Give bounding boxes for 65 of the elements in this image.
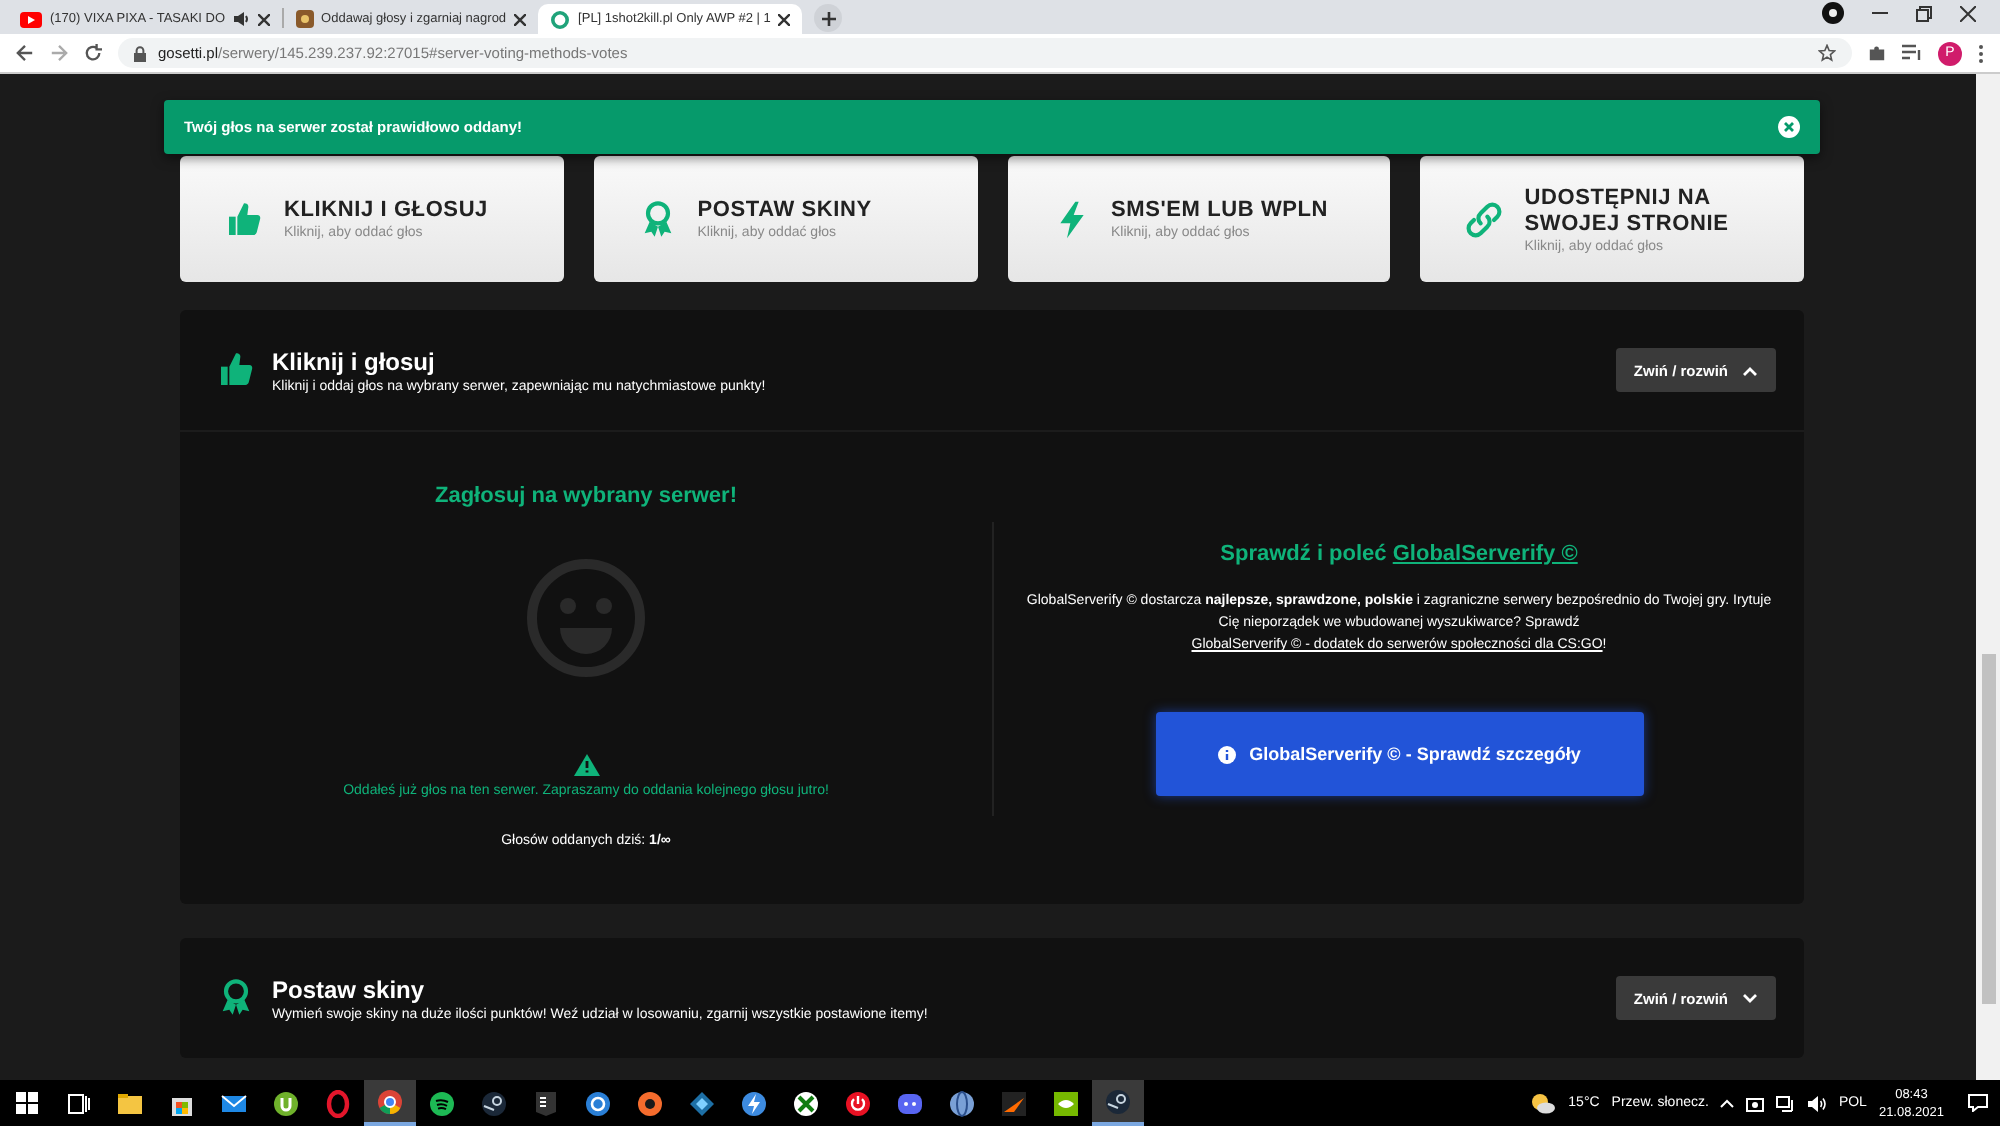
globe-icon	[948, 1089, 976, 1117]
game-icon	[295, 10, 314, 28]
x-circle-icon	[792, 1089, 820, 1117]
windows-logo-icon	[15, 1092, 37, 1114]
torrent-icon	[272, 1089, 300, 1117]
chevron-up-icon[interactable]	[1720, 1098, 1735, 1108]
close-icon[interactable]	[1960, 5, 1976, 21]
notifications-icon[interactable]	[1968, 1094, 1988, 1112]
close-icon[interactable]	[257, 13, 270, 25]
method-title: POSTAW SKINY	[697, 198, 872, 224]
lightning-circle-icon	[740, 1089, 768, 1117]
play-logo-icon	[20, 11, 42, 27]
reload-icon[interactable]	[84, 44, 102, 62]
sun-cloud-icon	[1530, 1092, 1557, 1114]
media-list-icon[interactable]	[1902, 44, 1922, 62]
lock-icon	[134, 45, 146, 61]
sound-waves-icon	[428, 1089, 456, 1117]
section-title: Kliknij i głosuj	[272, 347, 437, 375]
close-icon[interactable]	[514, 13, 527, 25]
speaker-icon[interactable]	[233, 12, 250, 26]
chrome-ball-icon	[376, 1087, 404, 1115]
thumbs-up-icon	[224, 199, 264, 239]
warning-icon	[573, 754, 599, 776]
app-ring-icon	[584, 1089, 612, 1117]
disc-icon	[636, 1089, 664, 1117]
network-icon[interactable]	[1776, 1095, 1797, 1111]
media-control-icon[interactable]	[1822, 2, 1844, 24]
task-view-icon	[67, 1093, 89, 1113]
promo-link[interactable]: GlobalServerify ©	[1392, 542, 1578, 566]
info-icon	[1217, 745, 1236, 763]
shield-icon	[532, 1089, 560, 1117]
power-icon	[844, 1089, 872, 1117]
new-tab-button[interactable]	[814, 4, 843, 32]
method-title: SMS'EM LUB WPLN	[1111, 198, 1329, 224]
chat-bubble-icon	[896, 1089, 924, 1117]
back-icon[interactable]	[16, 44, 34, 62]
ring-icon	[550, 9, 571, 29]
chain-link-icon	[1464, 199, 1505, 239]
camera-icon[interactable]	[1746, 1095, 1765, 1111]
scrollbar[interactable]	[1976, 74, 2000, 1080]
eye-logo-icon	[1052, 1089, 1080, 1117]
speaker-icon[interactable]	[1808, 1095, 1827, 1111]
wing-icon	[1000, 1089, 1028, 1117]
vote-heading: Zagłosuj na wybrany serwer!	[435, 484, 737, 508]
scrollbar-thumb[interactable]	[1981, 654, 1995, 1004]
promo-heading: Sprawdź i poleć	[1220, 542, 1387, 566]
diamond-icon	[688, 1089, 716, 1117]
method-title: UDOSTĘPNIJ NA SWOJEJ STRONIE	[1524, 185, 1731, 237]
envelope-icon	[220, 1089, 248, 1117]
smiley-icon	[526, 558, 646, 678]
plus-icon	[821, 11, 836, 25]
chevron-down-icon	[1742, 993, 1758, 1003]
taskbar-app[interactable]	[364, 1080, 416, 1126]
close-icon[interactable]	[778, 13, 791, 25]
restore-icon[interactable]	[1916, 5, 1932, 21]
chevron-up-icon	[1742, 365, 1758, 375]
method-title: KLIKNIJ I GŁOSUJ	[284, 198, 488, 224]
section-title: Postaw skiny	[272, 975, 427, 1003]
ring-icon	[324, 1089, 352, 1117]
star-icon[interactable]	[1818, 44, 1836, 62]
thumbs-up-icon	[216, 350, 256, 390]
folder-icon	[116, 1089, 144, 1117]
details-button[interactable]: GlobalServerify © - Sprawdź szczegóły	[1155, 712, 1643, 796]
menu-icon[interactable]	[1978, 43, 1984, 63]
taskbar-app[interactable]	[1092, 1080, 1144, 1126]
